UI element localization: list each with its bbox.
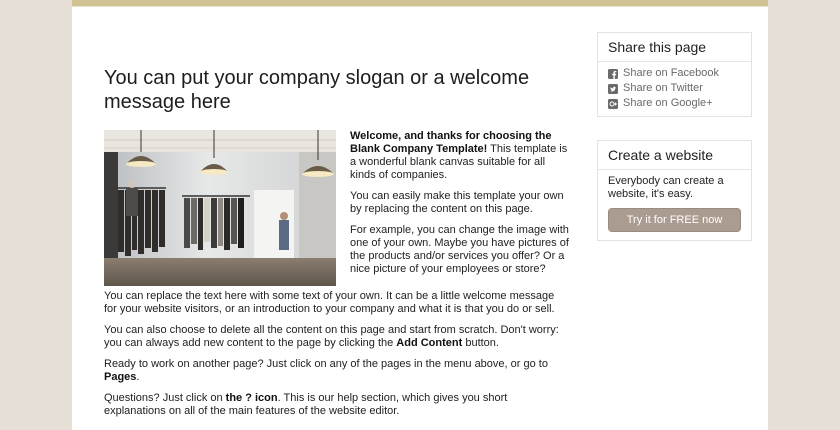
- body-text: You can replace the text here with some …: [104, 290, 569, 418]
- share-facebook-label: Share on Facebook: [623, 67, 720, 79]
- facebook-icon: [608, 68, 618, 79]
- paragraph-customize: You can easily make this template your o…: [350, 190, 564, 215]
- create-website-title: Create a website: [598, 141, 751, 170]
- share-google-plus-link[interactable]: Share on Google+: [608, 96, 741, 111]
- share-twitter-label: Share on Twitter: [623, 82, 703, 94]
- page-container: You can put your company slogan or a wel…: [72, 0, 768, 430]
- paragraph-replace-text: You can replace the text here with some …: [104, 290, 555, 315]
- paragraph-next-page: Ready to work on another page? Just clic…: [104, 358, 569, 384]
- intro-paragraph: Welcome, and thanks for choosing the Bla…: [350, 130, 570, 182]
- try-free-button[interactable]: Try it for FREE now: [608, 208, 741, 232]
- share-title: Share this page: [598, 33, 751, 62]
- intro-text: Welcome, and thanks for choosing the Bla…: [350, 130, 570, 284]
- text-span: Ready to work on another page? Just clic…: [104, 358, 548, 370]
- twitter-icon: [608, 83, 618, 94]
- paragraph-questions: Questions? Just click on the ? icon. Thi…: [104, 392, 569, 418]
- page-title: You can put your company slogan or a wel…: [104, 67, 530, 113]
- share-list: Share on Facebook Share on Twitter Share…: [598, 62, 751, 116]
- share-google-plus-label: Share on Google+: [623, 97, 713, 109]
- text-span: .: [136, 371, 140, 383]
- paragraph-image: For example, you can change the image wi…: [350, 224, 569, 275]
- paragraph-delete-content: You can also choose to delete all the co…: [104, 324, 569, 350]
- create-website-widget: Create a website Everybody can create a …: [597, 140, 752, 241]
- share-facebook-link[interactable]: Share on Facebook: [608, 66, 741, 81]
- add-content-label: Add Content: [396, 337, 463, 349]
- store-photo-graphic: [104, 130, 336, 286]
- pages-label: Pages: [104, 371, 137, 383]
- main-content: You can put your company slogan or a wel…: [104, 66, 569, 426]
- help-icon-label: the ? icon: [225, 392, 278, 404]
- store-photo: [104, 130, 336, 286]
- text-span: button.: [462, 337, 499, 349]
- share-widget: Share this page Share on Facebook Share …: [597, 32, 752, 117]
- google-plus-icon: [608, 98, 618, 109]
- create-website-text: Everybody can create a website, it's eas…: [608, 175, 724, 200]
- text-span: Questions? Just click on: [104, 392, 226, 404]
- top-divider: [72, 6, 768, 7]
- share-twitter-link[interactable]: Share on Twitter: [608, 81, 741, 96]
- intro-section: Welcome, and thanks for choosing the Bla…: [104, 130, 569, 290]
